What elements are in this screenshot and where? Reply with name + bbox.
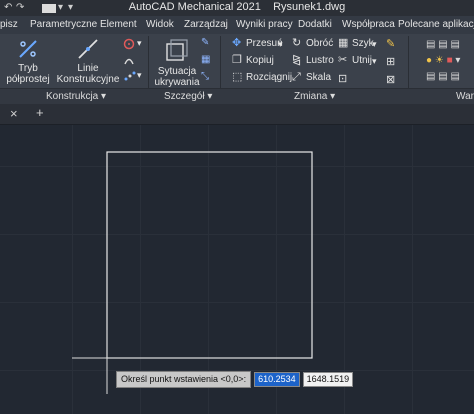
- drawing-geometry: [72, 151, 313, 394]
- x-coordinate-input[interactable]: 610.2534: [254, 372, 300, 387]
- drawn-rectangle: [106, 151, 313, 359]
- dynamic-input: Określ punkt wstawienia <0,0>: 610.2534 …: [116, 371, 354, 388]
- prompt-label: Określ punkt wstawienia <0,0>:: [116, 371, 252, 388]
- y-coordinate-input[interactable]: 1648.1519: [302, 372, 354, 387]
